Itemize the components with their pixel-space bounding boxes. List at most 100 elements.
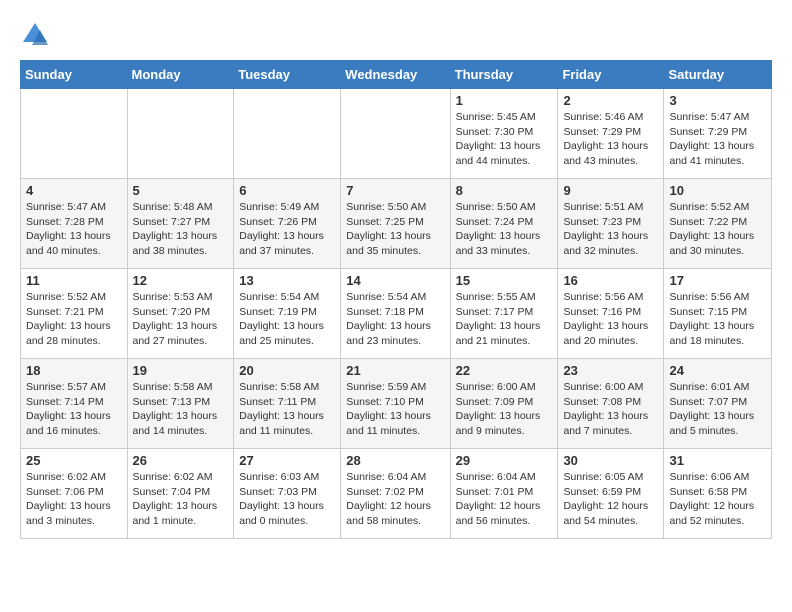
header-cell-wednesday: Wednesday <box>341 61 450 89</box>
day-number: 10 <box>669 183 766 198</box>
week-row-5: 25Sunrise: 6:02 AM Sunset: 7:06 PM Dayli… <box>21 449 772 539</box>
day-cell: 14 Sunrise: 5:54 AM Sunset: 7:18 PM Dayli… <box>341 269 450 359</box>
day-detail: Sunrise: 5:47 AM Sunset: 7:29 PM Dayligh… <box>669 110 766 169</box>
day-detail: Sunrise: 6:04 AM Sunset: 7:02 PM Dayligh… <box>346 470 444 529</box>
logo <box>20 20 54 50</box>
day-cell: 27 Sunrise: 6:03 AM Sunset: 7:03 PM Dayli… <box>234 449 341 539</box>
day-detail: Sunrise: 5:56 AM Sunset: 7:16 PM Dayligh… <box>563 290 658 349</box>
day-detail: Sunrise: 5:59 AM Sunset: 7:10 PM Dayligh… <box>346 380 444 439</box>
day-number: 31 <box>669 453 766 468</box>
header-cell-monday: Monday <box>127 61 234 89</box>
header-row: SundayMondayTuesdayWednesdayThursdayFrid… <box>21 61 772 89</box>
day-number: 5 <box>133 183 229 198</box>
day-cell: 4 Sunrise: 5:47 AM Sunset: 7:28 PM Daylig… <box>21 179 128 269</box>
day-detail: Sunrise: 5:52 AM Sunset: 7:22 PM Dayligh… <box>669 200 766 259</box>
day-number: 4 <box>26 183 122 198</box>
day-cell <box>234 89 341 179</box>
day-number: 16 <box>563 273 658 288</box>
day-cell: 20 Sunrise: 5:58 AM Sunset: 7:11 PM Dayli… <box>234 359 341 449</box>
day-cell: 25Sunrise: 6:02 AM Sunset: 7:06 PM Dayli… <box>21 449 128 539</box>
day-number: 21 <box>346 363 444 378</box>
day-number: 11 <box>26 273 122 288</box>
day-cell: 12 Sunrise: 5:53 AM Sunset: 7:20 PM Dayli… <box>127 269 234 359</box>
day-cell: 2 Sunrise: 5:46 AM Sunset: 7:29 PM Daylig… <box>558 89 664 179</box>
day-cell: 3Sunrise: 5:47 AM Sunset: 7:29 PM Daylig… <box>664 89 772 179</box>
day-cell: 31 Sunrise: 6:06 AM Sunset: 6:58 PM Dayli… <box>664 449 772 539</box>
day-cell: 13 Sunrise: 5:54 AM Sunset: 7:19 PM Dayli… <box>234 269 341 359</box>
day-detail: Sunrise: 5:55 AM Sunset: 7:17 PM Dayligh… <box>456 290 553 349</box>
day-number: 15 <box>456 273 553 288</box>
day-detail: Sunrise: 5:54 AM Sunset: 7:18 PM Dayligh… <box>346 290 444 349</box>
header-cell-tuesday: Tuesday <box>234 61 341 89</box>
day-number: 19 <box>133 363 229 378</box>
day-number: 1 <box>456 93 553 108</box>
day-detail: Sunrise: 5:54 AM Sunset: 7:19 PM Dayligh… <box>239 290 335 349</box>
day-cell: 7 Sunrise: 5:50 AM Sunset: 7:25 PM Daylig… <box>341 179 450 269</box>
day-number: 30 <box>563 453 658 468</box>
day-detail: Sunrise: 6:02 AM Sunset: 7:04 PM Dayligh… <box>133 470 229 529</box>
day-number: 23 <box>563 363 658 378</box>
day-number: 18 <box>26 363 122 378</box>
logo-icon <box>20 20 50 50</box>
day-detail: Sunrise: 5:49 AM Sunset: 7:26 PM Dayligh… <box>239 200 335 259</box>
day-cell <box>341 89 450 179</box>
day-number: 6 <box>239 183 335 198</box>
day-detail: Sunrise: 6:03 AM Sunset: 7:03 PM Dayligh… <box>239 470 335 529</box>
day-cell: 22 Sunrise: 6:00 AM Sunset: 7:09 PM Dayli… <box>450 359 558 449</box>
day-cell: 26Sunrise: 6:02 AM Sunset: 7:04 PM Dayli… <box>127 449 234 539</box>
day-cell <box>127 89 234 179</box>
calendar-table: SundayMondayTuesdayWednesdayThursdayFrid… <box>20 60 772 539</box>
day-number: 13 <box>239 273 335 288</box>
day-detail: Sunrise: 5:50 AM Sunset: 7:24 PM Dayligh… <box>456 200 553 259</box>
day-detail: Sunrise: 6:01 AM Sunset: 7:07 PM Dayligh… <box>669 380 766 439</box>
day-number: 20 <box>239 363 335 378</box>
day-cell: 16 Sunrise: 5:56 AM Sunset: 7:16 PM Dayli… <box>558 269 664 359</box>
day-detail: Sunrise: 5:50 AM Sunset: 7:25 PM Dayligh… <box>346 200 444 259</box>
day-cell: 10 Sunrise: 5:52 AM Sunset: 7:22 PM Dayli… <box>664 179 772 269</box>
day-number: 22 <box>456 363 553 378</box>
day-cell: 29Sunrise: 6:04 AM Sunset: 7:01 PM Dayli… <box>450 449 558 539</box>
day-cell <box>21 89 128 179</box>
day-detail: Sunrise: 5:46 AM Sunset: 7:29 PM Dayligh… <box>563 110 658 169</box>
week-row-2: 4 Sunrise: 5:47 AM Sunset: 7:28 PM Daylig… <box>21 179 772 269</box>
day-detail: Sunrise: 5:51 AM Sunset: 7:23 PM Dayligh… <box>563 200 658 259</box>
day-number: 12 <box>133 273 229 288</box>
day-detail: Sunrise: 5:58 AM Sunset: 7:13 PM Dayligh… <box>133 380 229 439</box>
day-detail: Sunrise: 5:45 AM Sunset: 7:30 PM Dayligh… <box>456 110 553 169</box>
day-detail: Sunrise: 5:58 AM Sunset: 7:11 PM Dayligh… <box>239 380 335 439</box>
day-cell: 8Sunrise: 5:50 AM Sunset: 7:24 PM Daylig… <box>450 179 558 269</box>
day-number: 7 <box>346 183 444 198</box>
header-cell-sunday: Sunday <box>21 61 128 89</box>
day-cell: 11 Sunrise: 5:52 AM Sunset: 7:21 PM Dayli… <box>21 269 128 359</box>
day-detail: Sunrise: 5:57 AM Sunset: 7:14 PM Dayligh… <box>26 380 122 439</box>
day-cell: 9 Sunrise: 5:51 AM Sunset: 7:23 PM Daylig… <box>558 179 664 269</box>
day-detail: Sunrise: 5:48 AM Sunset: 7:27 PM Dayligh… <box>133 200 229 259</box>
day-cell: 15 Sunrise: 5:55 AM Sunset: 7:17 PM Dayli… <box>450 269 558 359</box>
day-detail: Sunrise: 5:47 AM Sunset: 7:28 PM Dayligh… <box>26 200 122 259</box>
day-number: 24 <box>669 363 766 378</box>
day-number: 9 <box>563 183 658 198</box>
day-cell: 19 Sunrise: 5:58 AM Sunset: 7:13 PM Dayli… <box>127 359 234 449</box>
day-detail: Sunrise: 5:52 AM Sunset: 7:21 PM Dayligh… <box>26 290 122 349</box>
day-detail: Sunrise: 5:56 AM Sunset: 7:15 PM Dayligh… <box>669 290 766 349</box>
header-cell-saturday: Saturday <box>664 61 772 89</box>
day-cell: 6 Sunrise: 5:49 AM Sunset: 7:26 PM Daylig… <box>234 179 341 269</box>
day-number: 14 <box>346 273 444 288</box>
day-cell: 28 Sunrise: 6:04 AM Sunset: 7:02 PM Dayli… <box>341 449 450 539</box>
day-number: 28 <box>346 453 444 468</box>
week-row-3: 11 Sunrise: 5:52 AM Sunset: 7:21 PM Dayli… <box>21 269 772 359</box>
day-number: 29 <box>456 453 553 468</box>
page-header <box>20 20 772 50</box>
day-detail: Sunrise: 6:05 AM Sunset: 6:59 PM Dayligh… <box>563 470 658 529</box>
day-detail: Sunrise: 6:06 AM Sunset: 6:58 PM Dayligh… <box>669 470 766 529</box>
day-cell: 23 Sunrise: 6:00 AM Sunset: 7:08 PM Dayli… <box>558 359 664 449</box>
day-number: 25 <box>26 453 122 468</box>
day-cell: 18 Sunrise: 5:57 AM Sunset: 7:14 PM Dayli… <box>21 359 128 449</box>
week-row-1: 1 Sunrise: 5:45 AM Sunset: 7:30 PM Daylig… <box>21 89 772 179</box>
day-detail: Sunrise: 6:00 AM Sunset: 7:08 PM Dayligh… <box>563 380 658 439</box>
day-detail: Sunrise: 6:00 AM Sunset: 7:09 PM Dayligh… <box>456 380 553 439</box>
day-number: 27 <box>239 453 335 468</box>
day-number: 2 <box>563 93 658 108</box>
day-detail: Sunrise: 5:53 AM Sunset: 7:20 PM Dayligh… <box>133 290 229 349</box>
week-row-4: 18 Sunrise: 5:57 AM Sunset: 7:14 PM Dayli… <box>21 359 772 449</box>
